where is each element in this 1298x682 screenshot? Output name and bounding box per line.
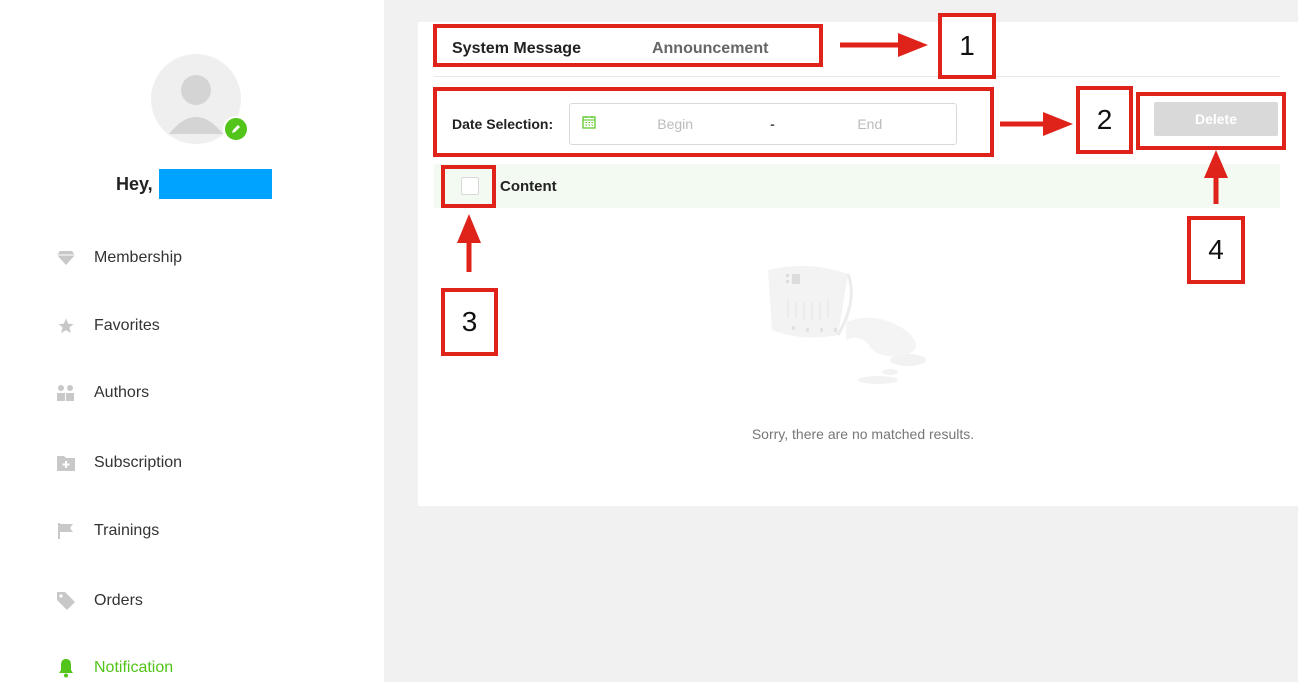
arrow-right-1 [898, 33, 928, 57]
annotation-arrows [457, 33, 1228, 272]
arrow-right-2 [1043, 112, 1073, 136]
arrow-up-3 [457, 214, 481, 243]
arrow-up-4 [1204, 150, 1228, 178]
